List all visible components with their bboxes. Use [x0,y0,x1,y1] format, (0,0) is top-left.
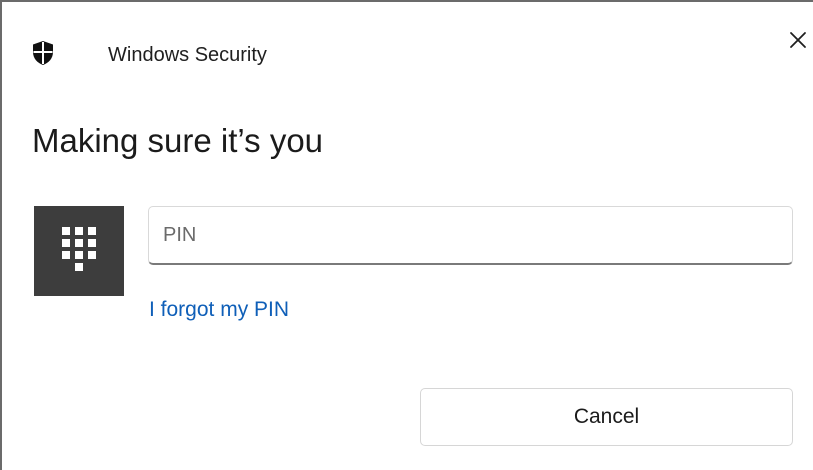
close-button[interactable] [782,26,813,58]
windows-security-dialog: Windows Security Making sure it’s you I … [0,0,813,470]
close-icon [788,30,808,55]
forgot-pin-link[interactable]: I forgot my PIN [149,298,289,322]
pin-input[interactable] [148,206,793,265]
keypad-icon [62,226,96,276]
cancel-button[interactable]: Cancel [420,388,793,446]
shield-icon [32,40,54,66]
window-title: Windows Security [108,44,267,66]
page-title: Making sure it’s you [32,122,324,159]
keypad-tile [34,206,124,296]
